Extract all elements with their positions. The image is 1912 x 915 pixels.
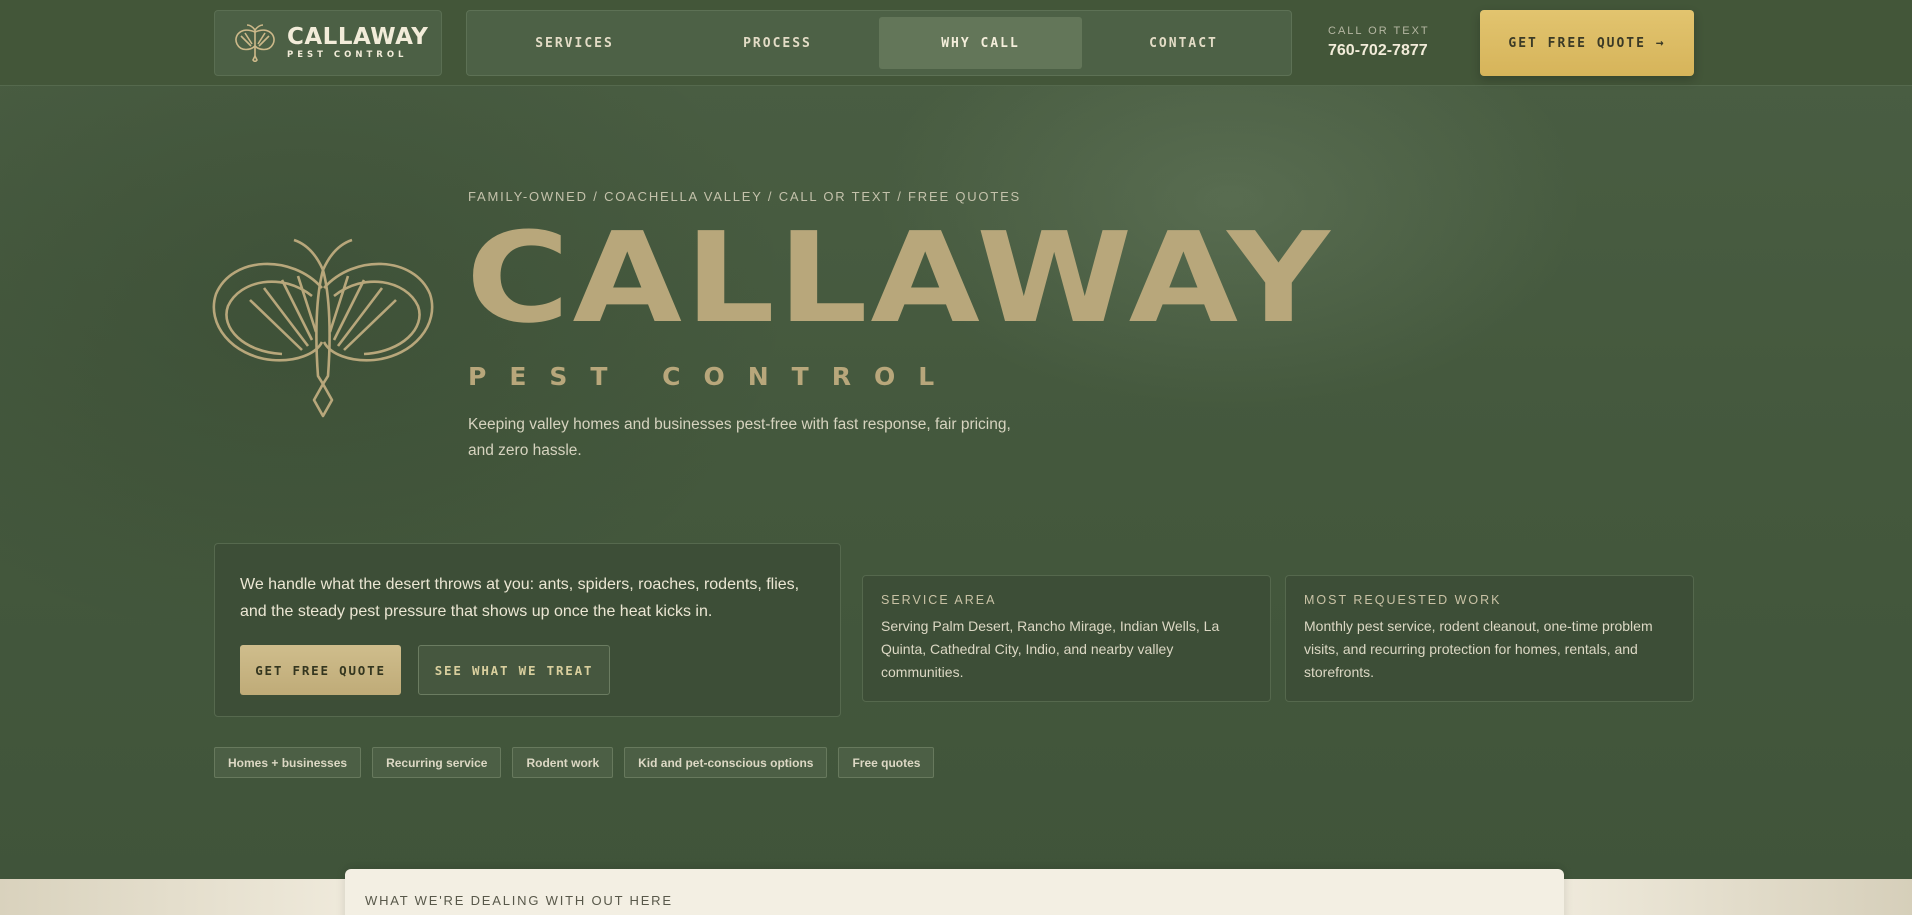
most-requested-card: MOST REQUESTED WORK Monthly pest service… bbox=[1285, 575, 1694, 702]
logo-tagline: PEST CONTROL bbox=[287, 50, 408, 61]
chip-rodent-work: Rodent work bbox=[512, 747, 614, 778]
chip-kid-pet-options: Kid and pet-conscious options bbox=[624, 747, 828, 778]
intro-text: We handle what the desert throws at you:… bbox=[240, 576, 800, 620]
logo-name: CALLAWAY bbox=[287, 24, 429, 51]
hero-eyebrow: FAMILY-OWNED / COACHELLA VALLEY / CALL O… bbox=[468, 189, 1022, 204]
intro-card: We handle what the desert throws at you:… bbox=[214, 543, 841, 717]
header-get-free-quote-button[interactable]: GET FREE QUOTE → bbox=[1480, 10, 1694, 76]
see-what-we-treat-button[interactable]: SEE WHAT WE TREAT bbox=[418, 645, 610, 695]
site-header: CALLAWAY PEST CONTROL SERVICES PROCESS W… bbox=[0, 0, 1912, 86]
main-nav: SERVICES PROCESS WHY CALL CONTACT bbox=[466, 10, 1292, 76]
moth-logo-icon bbox=[235, 24, 275, 62]
get-free-quote-button[interactable]: GET FREE QUOTE bbox=[240, 645, 401, 695]
most-requested-title: MOST REQUESTED WORK bbox=[1304, 593, 1502, 607]
hero-subtitle: PEST CONTROL bbox=[468, 362, 958, 391]
nav-item-process[interactable]: PROCESS bbox=[676, 17, 879, 69]
header-logo[interactable]: CALLAWAY PEST CONTROL bbox=[214, 10, 442, 76]
service-area-card: SERVICE AREA Serving Palm Desert, Rancho… bbox=[862, 575, 1271, 702]
chip-recurring-service: Recurring service bbox=[372, 747, 502, 778]
hero-title: CALLAWAY bbox=[466, 205, 1333, 351]
moth-emblem-icon bbox=[212, 238, 434, 418]
phone-number-link[interactable]: 760-702-7877 bbox=[1328, 43, 1430, 59]
chip-free-quotes: Free quotes bbox=[838, 747, 935, 778]
nav-item-services[interactable]: SERVICES bbox=[473, 17, 676, 69]
logo-wordmark: CALLAWAY PEST CONTROL bbox=[287, 26, 428, 60]
feature-chips: Homes + businesses Recurring service Rod… bbox=[214, 747, 935, 778]
next-section-card: WHAT WE'RE DEALING WITH OUT HERE bbox=[345, 869, 1564, 915]
service-area-body: Serving Palm Desert, Rancho Mirage, Indi… bbox=[881, 618, 1220, 680]
next-section-title: WHAT WE'RE DEALING WITH OUT HERE bbox=[365, 893, 673, 908]
call-or-text[interactable]: CALL OR TEXT 760-702-7877 bbox=[1328, 26, 1430, 59]
nav-item-why-call[interactable]: WHY CALL bbox=[879, 17, 1082, 69]
service-area-title: SERVICE AREA bbox=[881, 593, 997, 607]
nav-item-contact[interactable]: CONTACT bbox=[1082, 17, 1285, 69]
call-label: CALL OR TEXT bbox=[1328, 25, 1430, 37]
most-requested-body: Monthly pest service, rodent cleanout, o… bbox=[1304, 618, 1653, 680]
hero-description: Keeping valley homes and businesses pest… bbox=[468, 416, 1011, 459]
chip-homes-businesses: Homes + businesses bbox=[214, 747, 362, 778]
